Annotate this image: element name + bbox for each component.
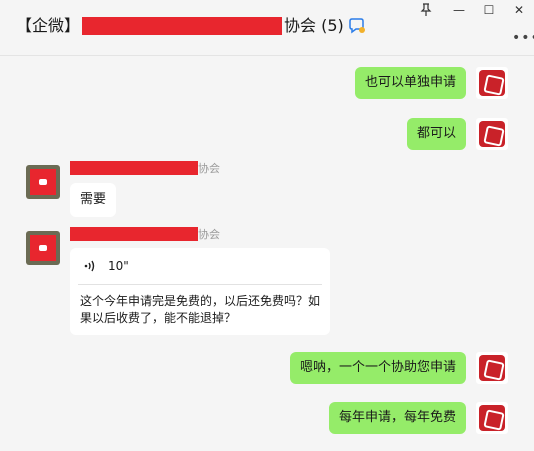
title-suffix: 协会 (5) — [284, 16, 344, 35]
voice-transcript: 这个今年申请完是免费的，以后还免费吗？如果以后收费了，能不能退掉？ — [80, 294, 321, 325]
voice-wave-icon — [84, 260, 95, 272]
voice-duration: 10" — [108, 259, 129, 273]
message-outgoing: 嗯呐，一个一个协助您申请 — [289, 352, 508, 384]
sender-name: 协会 — [70, 226, 220, 242]
voice-player[interactable]: 10" — [70, 248, 330, 284]
seal-logo — [479, 70, 505, 96]
more-options-icon[interactable]: ••• — [512, 30, 534, 46]
redacted-group-name — [82, 17, 283, 35]
maximize-button[interactable]: ☐ — [481, 2, 497, 18]
seal-logo — [479, 405, 505, 431]
avatar[interactable] — [26, 231, 60, 265]
message-bubble[interactable]: 需要 — [70, 183, 117, 217]
group-chat-icon[interactable] — [348, 18, 366, 34]
message-outgoing: 每年申请，每年免费 — [328, 402, 508, 434]
close-button[interactable]: ✕ — [511, 2, 527, 18]
message-outgoing: 都可以 — [406, 118, 508, 150]
chat-title: 【企微】 协会 (5) — [16, 15, 366, 37]
message-bubble[interactable]: 也可以单独申请 — [354, 67, 466, 99]
avatar[interactable] — [476, 67, 508, 99]
title-bar: 【企微】 协会 (5) — ☐ ✕ ••• — [0, 0, 534, 56]
avatar[interactable] — [26, 165, 60, 199]
redacted-sender — [70, 161, 198, 175]
pin-icon[interactable] — [418, 2, 434, 18]
avatar[interactable] — [476, 118, 508, 150]
message-bubble[interactable]: 嗯呐，一个一个协助您申请 — [289, 352, 466, 384]
seal-logo — [479, 121, 505, 147]
seal-logo — [479, 355, 505, 381]
avatar[interactable] — [476, 352, 508, 384]
sender-name: 协会 — [70, 160, 220, 176]
message-bubble[interactable]: 都可以 — [406, 118, 466, 150]
message-bubble[interactable]: 每年申请，每年免费 — [328, 402, 466, 434]
voice-message-bubble[interactable]: 10" 这个今年申请完是免费的，以后还免费吗？如果以后收费了，能不能退掉？ — [70, 248, 330, 335]
title-prefix: 【企微】 — [16, 16, 81, 35]
minimize-button[interactable]: — — [451, 2, 467, 18]
redacted-sender — [70, 227, 198, 241]
avatar[interactable] — [476, 402, 508, 434]
message-outgoing: 也可以单独申请 — [354, 67, 508, 99]
